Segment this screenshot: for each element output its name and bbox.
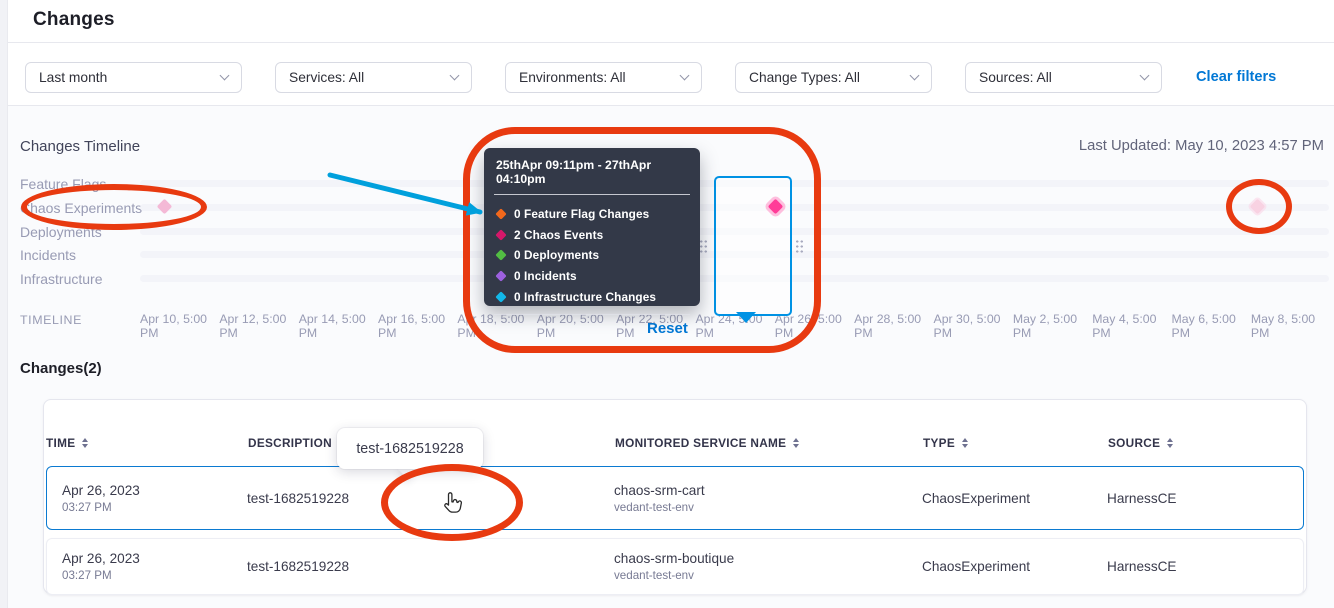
- filter-dropdown-value: Change Types: All: [749, 70, 860, 85]
- timeline-category-label: Incidents: [20, 247, 76, 263]
- tooltip-change-count-row: 0 Feature Flag Changes: [496, 204, 688, 225]
- source-cell: HarnessCE: [1107, 559, 1303, 574]
- type-cell: ChaosExperiment: [922, 491, 1107, 506]
- left-edge-strip: [0, 0, 8, 608]
- hand-cursor-icon: [441, 491, 465, 522]
- sort-icon: [82, 438, 88, 449]
- change-type-diamond-icon: [495, 291, 506, 302]
- filter-dropdown-value: Environments: All: [519, 70, 626, 85]
- change-type-diamond-icon: [495, 209, 506, 220]
- timeline-tick-label: Apr 30, 5:00 PM: [934, 313, 1010, 341]
- time-cell: Apr 26, 2023 03:27 PM: [47, 551, 247, 582]
- tooltip-change-count-row: 0 Deployments: [496, 245, 688, 266]
- main-content: Changes Timeline Last Updated: May 10, 2…: [0, 106, 1334, 608]
- timeline-tick-label: Apr 20, 5:00 PM: [537, 313, 613, 341]
- change-table-row[interactable]: Apr 26, 2023 03:27 PM test-1682519228 ch…: [46, 538, 1304, 595]
- source-cell: HarnessCE: [1107, 491, 1303, 506]
- tooltip-change-count-row: 0 Infrastructure Changes: [496, 286, 688, 307]
- table-rows: Apr 26, 2023 03:27 PM test-1682519228 ch…: [44, 466, 1306, 595]
- filter-dropdown[interactable]: Sources: All: [965, 62, 1162, 93]
- timeline-tick-label: Apr 28, 5:00 PM: [854, 313, 930, 341]
- monitored-service-cell: chaos-srm-cart vedant-test-env: [614, 483, 922, 514]
- timeline-tick-label: Apr 18, 5:00 PM: [457, 313, 533, 341]
- description-cell: test-1682519228: [247, 491, 614, 506]
- selection-right-drag-handle[interactable]: [795, 239, 804, 254]
- changes-table-card: TIME DESCRIPTION MONITORED SERVICE NAME …: [43, 399, 1307, 594]
- tooltip-divider: [494, 314, 690, 315]
- change-type-diamond-icon: [495, 250, 506, 261]
- last-updated-text: Last Updated: May 10, 2023 4:57 PM: [1079, 138, 1324, 154]
- filter-dropdown-value: Sources: All: [979, 70, 1052, 85]
- timeline-category-label: Infrastructure: [20, 271, 102, 287]
- timeline-tick-label: May 8, 5:00 PM: [1251, 313, 1327, 341]
- timeline-tick-label: Apr 12, 5:00 PM: [219, 313, 295, 341]
- timeline-tick-label: May 6, 5:00 PM: [1172, 313, 1248, 341]
- filter-dropdown[interactable]: Services: All: [275, 62, 472, 93]
- timeline-section-title: Changes Timeline: [20, 138, 140, 155]
- tooltip-divider: [494, 194, 690, 195]
- chevron-down-icon: [910, 71, 920, 81]
- clear-filters-link[interactable]: Clear filters: [1196, 69, 1276, 85]
- change-count-label: 0 Infrastructure Changes: [514, 290, 656, 304]
- selection-pointer-caret: [736, 312, 756, 323]
- change-count-label: 0 Incidents: [514, 269, 577, 283]
- timeline-hover-tooltip: 25thApr 09:11pm - 27thApr 04:10pm 0 Feat…: [484, 148, 700, 306]
- filter-dropdown[interactable]: Environments: All: [505, 62, 702, 93]
- filter-dropdown[interactable]: Change Types: All: [735, 62, 932, 93]
- chevron-down-icon: [1140, 71, 1150, 81]
- reset-zoom-link[interactable]: Reset: [647, 320, 688, 337]
- change-type-diamond-icon: [495, 270, 506, 281]
- tooltip-change-count-row: 0 Incidents: [496, 266, 688, 287]
- timeline-tick-label: May 2, 5:00 PM: [1013, 313, 1089, 341]
- timeline-tick-label: Apr 10, 5:00 PM: [140, 313, 216, 341]
- tooltip-time-range: 25thApr 09:11pm - 27thApr 04:10pm: [484, 148, 700, 186]
- table-column-header[interactable]: MONITORED SERVICE NAME: [615, 436, 923, 450]
- timeline-tick-label: Apr 16, 5:00 PM: [378, 313, 454, 341]
- change-count-label: 2 Chaos Events: [514, 228, 603, 242]
- top-bar: Changes: [0, 0, 1334, 43]
- chevron-down-icon: [220, 71, 230, 81]
- description-cell: test-1682519228: [247, 559, 614, 574]
- timeline-tick-label: Apr 24, 5:00 PM: [695, 313, 771, 341]
- tooltip-change-count-row: 2 Chaos Events: [496, 225, 688, 246]
- table-header-row: TIME DESCRIPTION MONITORED SERVICE NAME …: [44, 400, 1306, 466]
- table-column-header[interactable]: TYPE: [923, 436, 1108, 450]
- sort-icon: [793, 438, 799, 449]
- changes-count-title: Changes(2): [20, 360, 102, 377]
- change-type-diamond-icon: [495, 229, 506, 240]
- page-title: Changes: [33, 9, 115, 31]
- chevron-down-icon: [680, 71, 690, 81]
- table-column-header[interactable]: SOURCE: [1108, 436, 1304, 450]
- timeline-tick-label: Apr 14, 5:00 PM: [299, 313, 375, 341]
- timeline-selection-window[interactable]: [714, 176, 792, 316]
- change-table-row[interactable]: Apr 26, 2023 03:27 PM test-1682519228 ch…: [46, 466, 1304, 530]
- timeline-category-label: Feature Flags: [20, 176, 106, 192]
- timeline-tick-label: May 4, 5:00 PM: [1092, 313, 1168, 341]
- timeline-category-label: Deployments: [20, 224, 102, 240]
- time-cell: Apr 26, 2023 03:27 PM: [47, 483, 247, 514]
- filter-dropdown-value: Services: All: [289, 70, 364, 85]
- change-count-label: 0 Deployments: [514, 248, 599, 262]
- table-column-header[interactable]: TIME: [46, 436, 248, 450]
- sort-icon: [962, 438, 968, 449]
- filter-bar: Last month Services: All Environments: A…: [0, 43, 1334, 106]
- chevron-down-icon: [450, 71, 460, 81]
- sort-icon: [1167, 438, 1173, 449]
- timeline-axis-label: TIMELINE: [20, 313, 82, 327]
- timeline-tick-label: Apr 26, 5:00 PM: [775, 313, 851, 341]
- selection-left-drag-handle[interactable]: [699, 239, 708, 254]
- type-cell: ChaosExperiment: [922, 559, 1107, 574]
- filter-dropdown[interactable]: Last month: [25, 62, 242, 93]
- filter-dropdowns: Last month Services: All Environments: A…: [25, 62, 1162, 93]
- row-hover-tooltip: test-1682519228: [337, 428, 483, 469]
- change-count-label: 0 Feature Flag Changes: [514, 207, 649, 221]
- monitored-service-cell: chaos-srm-boutique vedant-test-env: [614, 551, 922, 582]
- filter-dropdown-value: Last month: [39, 70, 107, 85]
- timeline-category-label: Chaos Experiments: [20, 200, 142, 216]
